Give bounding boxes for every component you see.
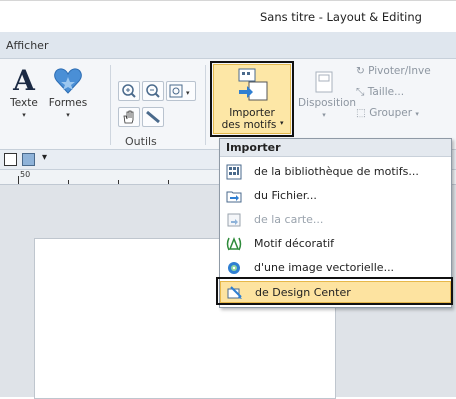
menu-item-bibliotheque[interactable]: de la bibliothèque de motifs... <box>220 161 451 183</box>
menu-bar: Afficher <box>0 32 456 59</box>
zoom-in-button[interactable] <box>118 81 140 101</box>
rotate-icon: ↻ <box>356 65 365 77</box>
zoom-fit-icon: ▾ <box>169 84 190 98</box>
group-icon: ⬚ <box>356 107 366 119</box>
zoom-in-icon <box>122 84 136 98</box>
grouper-label: Grouper <box>369 107 413 119</box>
formes-label: Formes <box>48 97 88 109</box>
folder-icon <box>226 191 242 203</box>
ruler-tick <box>118 180 119 184</box>
pivoter-label: Pivoter/Inve <box>368 65 431 77</box>
svg-text:▾: ▾ <box>186 89 190 97</box>
menu-item-carte[interactable]: de la carte... <box>220 209 451 231</box>
group-separator <box>110 65 111 145</box>
dropdown-arrow-icon[interactable]: ▾ <box>42 152 47 163</box>
chevron-down-icon: ▾ <box>322 111 326 119</box>
menu-item-motif-decoratif[interactable]: Motif décoratif <box>220 233 451 255</box>
measure-tool-button[interactable] <box>142 107 164 127</box>
taille-button[interactable]: ⤡ Taille... <box>356 86 404 99</box>
taille-label: Taille... <box>367 86 405 98</box>
menu-item-label: Motif décoratif <box>254 237 334 250</box>
vector-image-icon <box>228 262 240 274</box>
callout-frame-importer <box>210 61 294 137</box>
library-icon <box>226 164 242 180</box>
formes-button[interactable]: Formes ▾ <box>46 65 90 127</box>
title-bar: Sans titre - Layout & Editing <box>0 0 456 32</box>
hand-icon <box>123 110 134 124</box>
dropdown-header: Importer <box>220 139 451 157</box>
zoom-out-button[interactable] <box>142 81 164 101</box>
menu-item-label: de la carte... <box>254 213 324 226</box>
decorative-pattern-icon <box>226 236 242 251</box>
texte-button[interactable]: A Texte ▾ <box>6 65 42 127</box>
menu-item-fichier[interactable]: du Fichier... <box>220 185 451 207</box>
menu-item-label: d'une image vectorielle... <box>254 261 395 274</box>
chevron-down-icon: ▾ <box>415 110 419 118</box>
chevron-down-icon: ▾ <box>66 111 70 119</box>
menu-item-label: du Fichier... <box>254 189 317 202</box>
ruler-tick <box>18 176 19 184</box>
disposition-button[interactable]: Disposition ▾ <box>298 65 357 127</box>
texte-label: Texte <box>10 97 38 109</box>
layout-icon <box>315 71 333 93</box>
resize-icon: ⤡ <box>356 86 365 98</box>
heart-shape-icon <box>54 68 82 94</box>
ruler-tool-icon <box>146 110 160 124</box>
menu-item-image-vectorielle[interactable]: d'une image vectorielle... <box>220 257 451 279</box>
grouper-button[interactable]: ⬚ Grouper ▾ <box>356 107 419 119</box>
layers-icon[interactable] <box>22 153 35 166</box>
menu-item-label: de la bibliothèque de motifs... <box>254 165 419 178</box>
menu-tab-afficher[interactable]: Afficher <box>6 39 48 52</box>
zoom-fit-button[interactable]: ▾ <box>166 81 196 101</box>
ruler-tick <box>68 180 69 184</box>
callout-frame-design-center <box>216 277 453 305</box>
window-title: Sans titre - Layout & Editing <box>260 10 422 24</box>
ruler-tick <box>168 180 169 184</box>
outils-group-label: Outils <box>125 135 157 148</box>
hand-tool-button[interactable] <box>118 107 140 127</box>
group-separator <box>205 65 206 145</box>
disposition-label: Disposition <box>298 97 357 109</box>
zoom-out-icon <box>146 84 160 98</box>
ruler-mark: 50 <box>20 170 31 179</box>
chevron-down-icon: ▾ <box>22 111 26 119</box>
pivoter-button[interactable]: ↻ Pivoter/Inve <box>356 65 431 77</box>
card-icon <box>227 213 241 227</box>
view-toggle-icon[interactable] <box>4 153 17 166</box>
letter-a-icon: A <box>13 64 35 97</box>
